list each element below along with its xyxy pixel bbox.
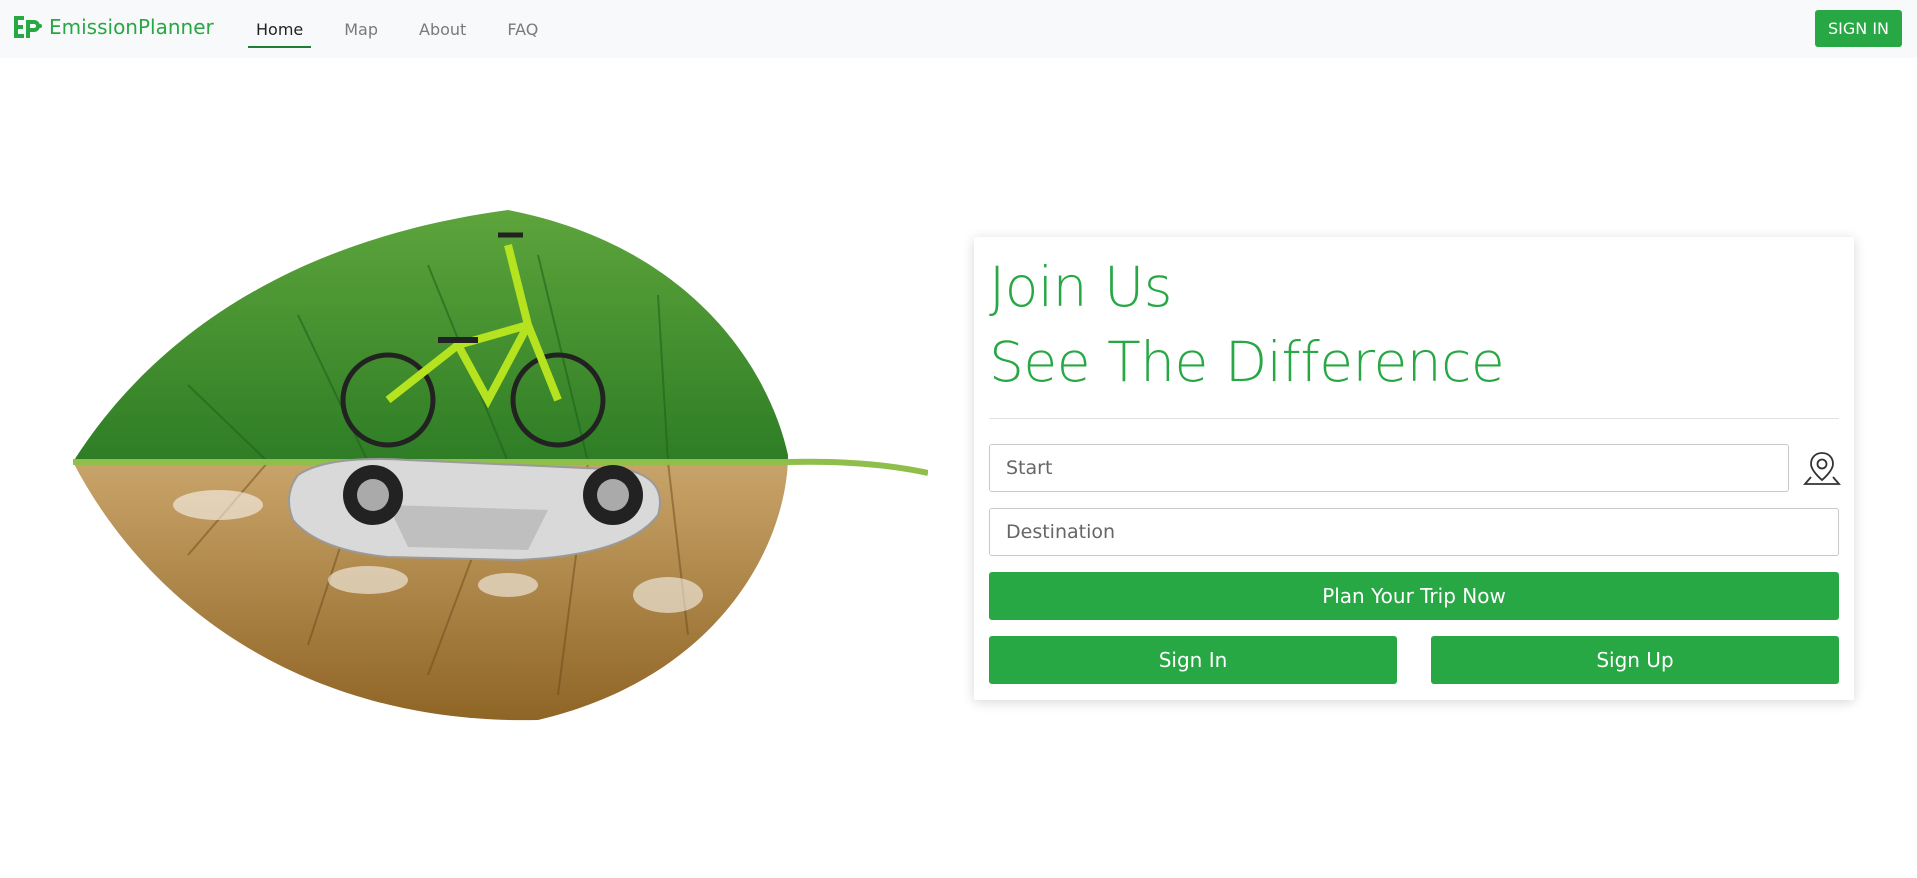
brand-logo-link[interactable]: EmissionPlanner xyxy=(13,14,214,40)
ep-logo-icon xyxy=(14,16,42,38)
map-pin-icon[interactable] xyxy=(1803,449,1841,487)
nav-faq[interactable]: FAQ xyxy=(499,0,546,58)
navbar: EmissionPlanner Home Map About FAQ SIGN … xyxy=(0,0,1917,58)
nav-about[interactable]: About xyxy=(411,0,474,58)
nav-links: Home Map About FAQ xyxy=(248,0,571,58)
start-input[interactable] xyxy=(989,444,1789,492)
trip-card: Join Us See The Difference Plan Your Tri… xyxy=(974,237,1854,700)
brand-name: EmissionPlanner xyxy=(49,15,214,39)
nav-map[interactable]: Map xyxy=(336,0,386,58)
leaf-bicycle-car-illustration xyxy=(73,210,928,721)
sign-in-button[interactable]: Sign In xyxy=(989,636,1397,684)
plan-trip-button[interactable]: Plan Your Trip Now xyxy=(989,572,1839,620)
card-heading-line1: Join Us xyxy=(989,255,1172,319)
nav-signin-button[interactable]: SIGN IN xyxy=(1814,10,1902,47)
destination-input[interactable] xyxy=(989,508,1839,556)
car-graphic xyxy=(288,458,661,562)
nav-home[interactable]: Home xyxy=(248,0,312,58)
divider xyxy=(989,418,1839,419)
sign-up-button[interactable]: Sign Up xyxy=(1431,636,1839,684)
card-heading-line2: See The Difference xyxy=(989,330,1505,394)
